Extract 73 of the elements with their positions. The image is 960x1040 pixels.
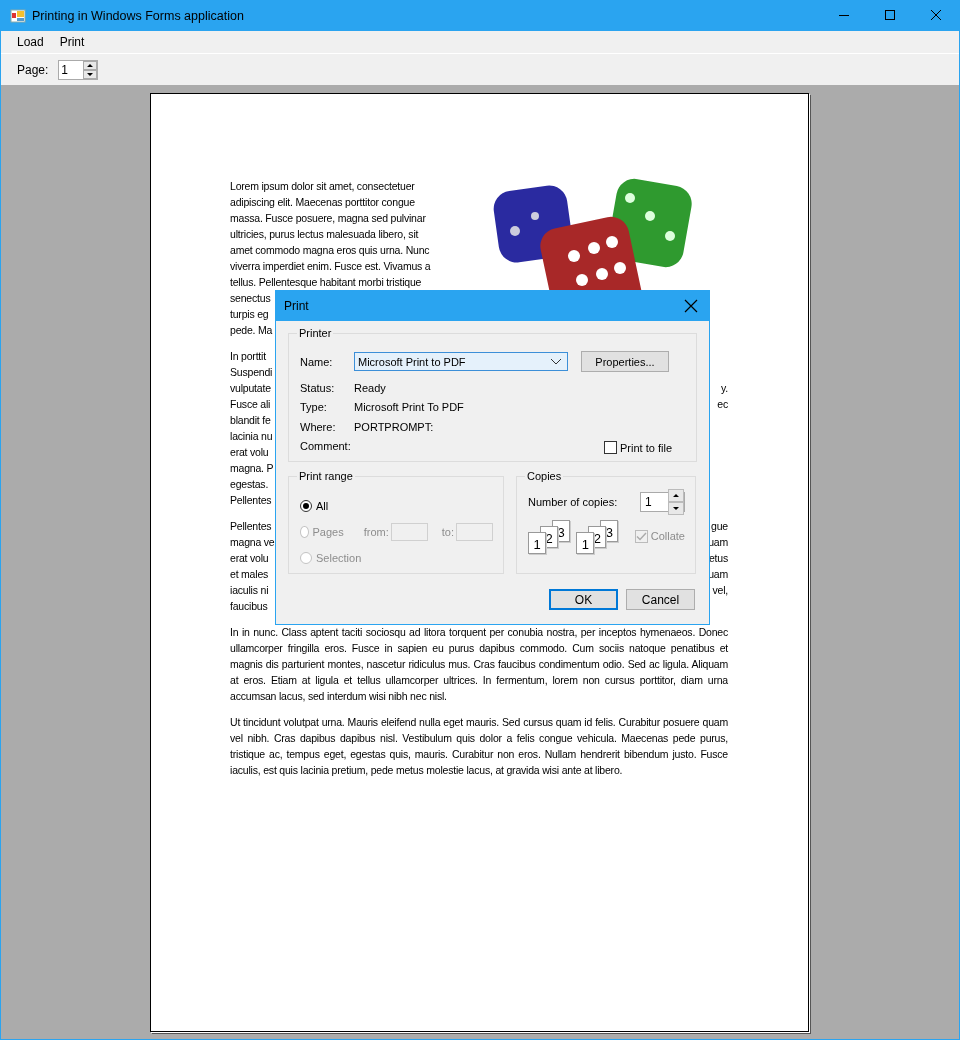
text-line: etus (708, 551, 728, 566)
checkbox[interactable] (604, 441, 618, 454)
text-line: Pellentes (230, 493, 272, 508)
text-line: egestas. (230, 477, 269, 492)
copies-spinner[interactable]: 1 (640, 492, 685, 512)
text-line: tellus. Pellentesque habitant morbi tristique (230, 275, 422, 290)
printer-dropdown[interactable]: Microsoft Print to PDF (354, 352, 568, 371)
text-line: erat volu (230, 551, 269, 566)
text-line: faucibus (230, 599, 268, 614)
text-line: magna. P (230, 461, 274, 476)
check-icon (635, 531, 647, 541)
text-line: y. (721, 381, 728, 396)
text-line: ec (717, 397, 728, 412)
field-label: from: (363, 526, 389, 538)
field-value: PORTPROMPT: (354, 420, 434, 433)
properties-button[interactable]: Properties... (581, 351, 669, 372)
ok-button[interactable]: OK (549, 589, 618, 610)
text-line: vel, (712, 583, 728, 598)
text-line: erat volu (230, 445, 269, 460)
text-line: Lorem ipsum dolor sit amet, consectetuer (230, 179, 415, 194)
text-line: viverra imperdiet enim. Fusce est. Vivamus a (230, 259, 431, 274)
text-line: et males (230, 567, 269, 582)
text-line: magna ve (230, 535, 275, 550)
group-label: Copies (525, 469, 564, 483)
text-line: massa. Fusce posuere, magna sed pulvinar (230, 211, 426, 226)
text-line: amet commodo magna eros quis urna. Nunc (230, 243, 430, 258)
menu-item[interactable]: Print (51, 35, 93, 49)
field-label: Name: (300, 355, 334, 368)
radio-button[interactable] (300, 500, 312, 512)
field-value: Ready (354, 381, 386, 394)
radio-label: Pages (312, 526, 344, 538)
field-label: Where: (300, 420, 337, 433)
close-icon[interactable] (684, 299, 698, 313)
text-line: iaculis ni (230, 583, 269, 598)
page-spinner[interactable]: 1 (58, 59, 99, 80)
group-label: Print range (297, 469, 355, 483)
checkbox-label: Collate (650, 530, 685, 542)
paragraph: In in nunc. Class aptent taciti sociosqu ad litora torquent per conubia nostra, per inceptos hymenaeos. Donec ullamcorper fringilla eros. Fusce in sapien eu purus dapibus commodo. Cum sociis natoque penatibus et magnis dis parturient montes, nascetur ridiculus mus. Cras faucibus condimentum odio. Sed ac ligula. Aliquam at eros. Etiam at ligula et tellus ullamcorper ultrices. In fermentum, lorem non cursus porttitor, diam urna accumsan lacus, sed interdum wisi nibh nec nisl. (230, 625, 728, 704)
field-label: Status: (300, 381, 336, 394)
field-label: Type: (300, 401, 328, 414)
field-label: Number of copies: (528, 496, 618, 508)
chevron-down-icon (550, 357, 562, 366)
text-line: Fusce ali (230, 397, 271, 412)
text-line: ultricies, purus lectus malesuada libero, sit (230, 227, 419, 242)
text-line: adipiscing elit. Maecenas porttitor congue (230, 195, 415, 210)
app-icon (10, 7, 26, 24)
text-line: blandit fe (230, 413, 271, 428)
spinner-arrows-icon[interactable] (83, 60, 98, 79)
text-line: pede. Ma (230, 323, 273, 338)
field-label: to: (441, 526, 454, 538)
group-label: Printer (297, 326, 334, 340)
page-label: Page: (17, 62, 49, 77)
text-line: gue (711, 519, 728, 534)
field-label: Comment: (300, 440, 352, 453)
text-line: In porttit (230, 349, 266, 364)
checkbox-label: Print to file (620, 441, 672, 454)
field-value: Microsoft Print To PDF (354, 401, 464, 414)
spinner-arrows-icon[interactable] (668, 489, 684, 515)
input-field[interactable] (390, 523, 428, 541)
paragraph: Ut tincidunt volutpat urna. Mauris eleifend nulla eget mauris. Sed cursus quam id felis. Curabitur posuere quam vel nibh. Cras dapibus dapibus nisl. Vestibulum quis dolor a felis congue vehicula. Maecenas pede purus, tristique ac, tempus eget, egestas quis, mauris. Curabitur non eros. Nullam hendrerit bibendum justo. Fusce iaculis, est quis lacinia pretium, pede metus molestie lacus, at gravida wisi ante at libero. (230, 715, 728, 778)
radio-label: Selection (316, 552, 362, 564)
input-field[interactable] (456, 523, 493, 541)
radio-label: All (316, 500, 329, 512)
text-line: vulputate (230, 381, 271, 396)
cancel-button[interactable]: Cancel (626, 589, 695, 610)
text-line: lacinia nu (230, 429, 273, 444)
text-line: Pellentes (230, 519, 272, 534)
menu-item[interactable]: Load (9, 35, 52, 49)
dialog-title: Print (284, 299, 309, 313)
text-line: turpis eg (230, 307, 269, 322)
text-line: senectus (230, 291, 271, 306)
window-title: Printing in Windows Forms application (32, 8, 244, 23)
text-line: Suspendi (230, 365, 273, 380)
